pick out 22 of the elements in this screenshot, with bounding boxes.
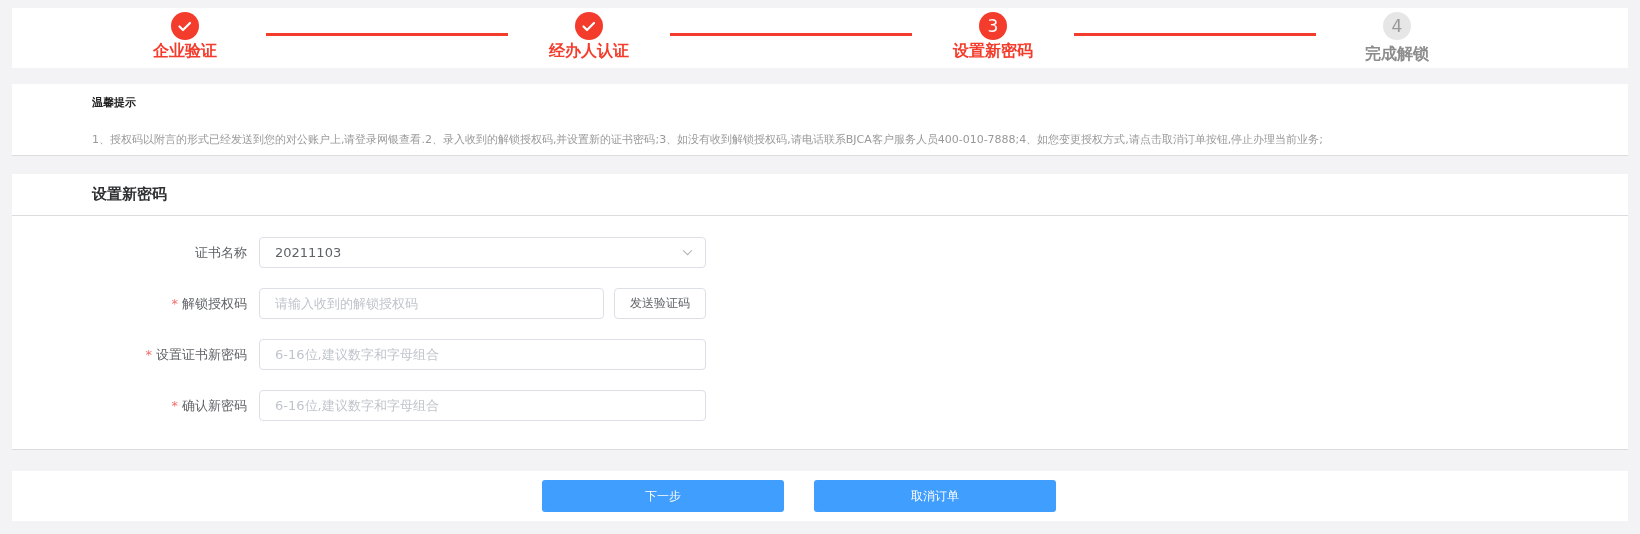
required-asterisk: * bbox=[171, 296, 178, 311]
input-field[interactable]: 6-16位,建议数字和字母组合 bbox=[259, 339, 706, 370]
notice-title: 温馨提示 bbox=[92, 95, 137, 110]
certificate-select[interactable]: 20211103 bbox=[259, 237, 706, 268]
step-label: 完成解锁 bbox=[1365, 44, 1429, 65]
required-asterisk: * bbox=[171, 398, 178, 413]
input-field[interactable]: 请输入收到的解锁授权码 bbox=[259, 288, 604, 319]
notice-text: 1、授权码以附言的形式已经发送到您的对公账户上,请登录网银查看.2、录入收到的解锁授权码,并设置新的证书密码;3、如没有收到解锁授权码,请电话联系BJCA客户服务人员400-010-7888;4、如您变更授权方式,请点击取消订单按钮,停止办理当前业务; bbox=[92, 132, 1324, 147]
section-title: 设置新密码 bbox=[92, 185, 167, 204]
required-asterisk: * bbox=[145, 347, 152, 362]
field-label: 解锁授权码 bbox=[182, 294, 247, 313]
step-label: 企业验证 bbox=[153, 41, 217, 62]
step-label: 设置新密码 bbox=[953, 41, 1033, 62]
field-label: 设置证书新密码 bbox=[156, 345, 247, 364]
field-label: 确认新密码 bbox=[182, 396, 247, 415]
step-label: 经办人认证 bbox=[549, 41, 629, 62]
field-label: 证书名称 bbox=[195, 243, 247, 262]
chevron-down-icon bbox=[682, 249, 693, 256]
send-code-button[interactable]: 发送验证码 bbox=[614, 288, 706, 319]
step-number: 3 bbox=[979, 12, 1007, 40]
step-number: 4 bbox=[1383, 12, 1411, 40]
input-field[interactable]: 6-16位,建议数字和字母组合 bbox=[259, 390, 706, 421]
